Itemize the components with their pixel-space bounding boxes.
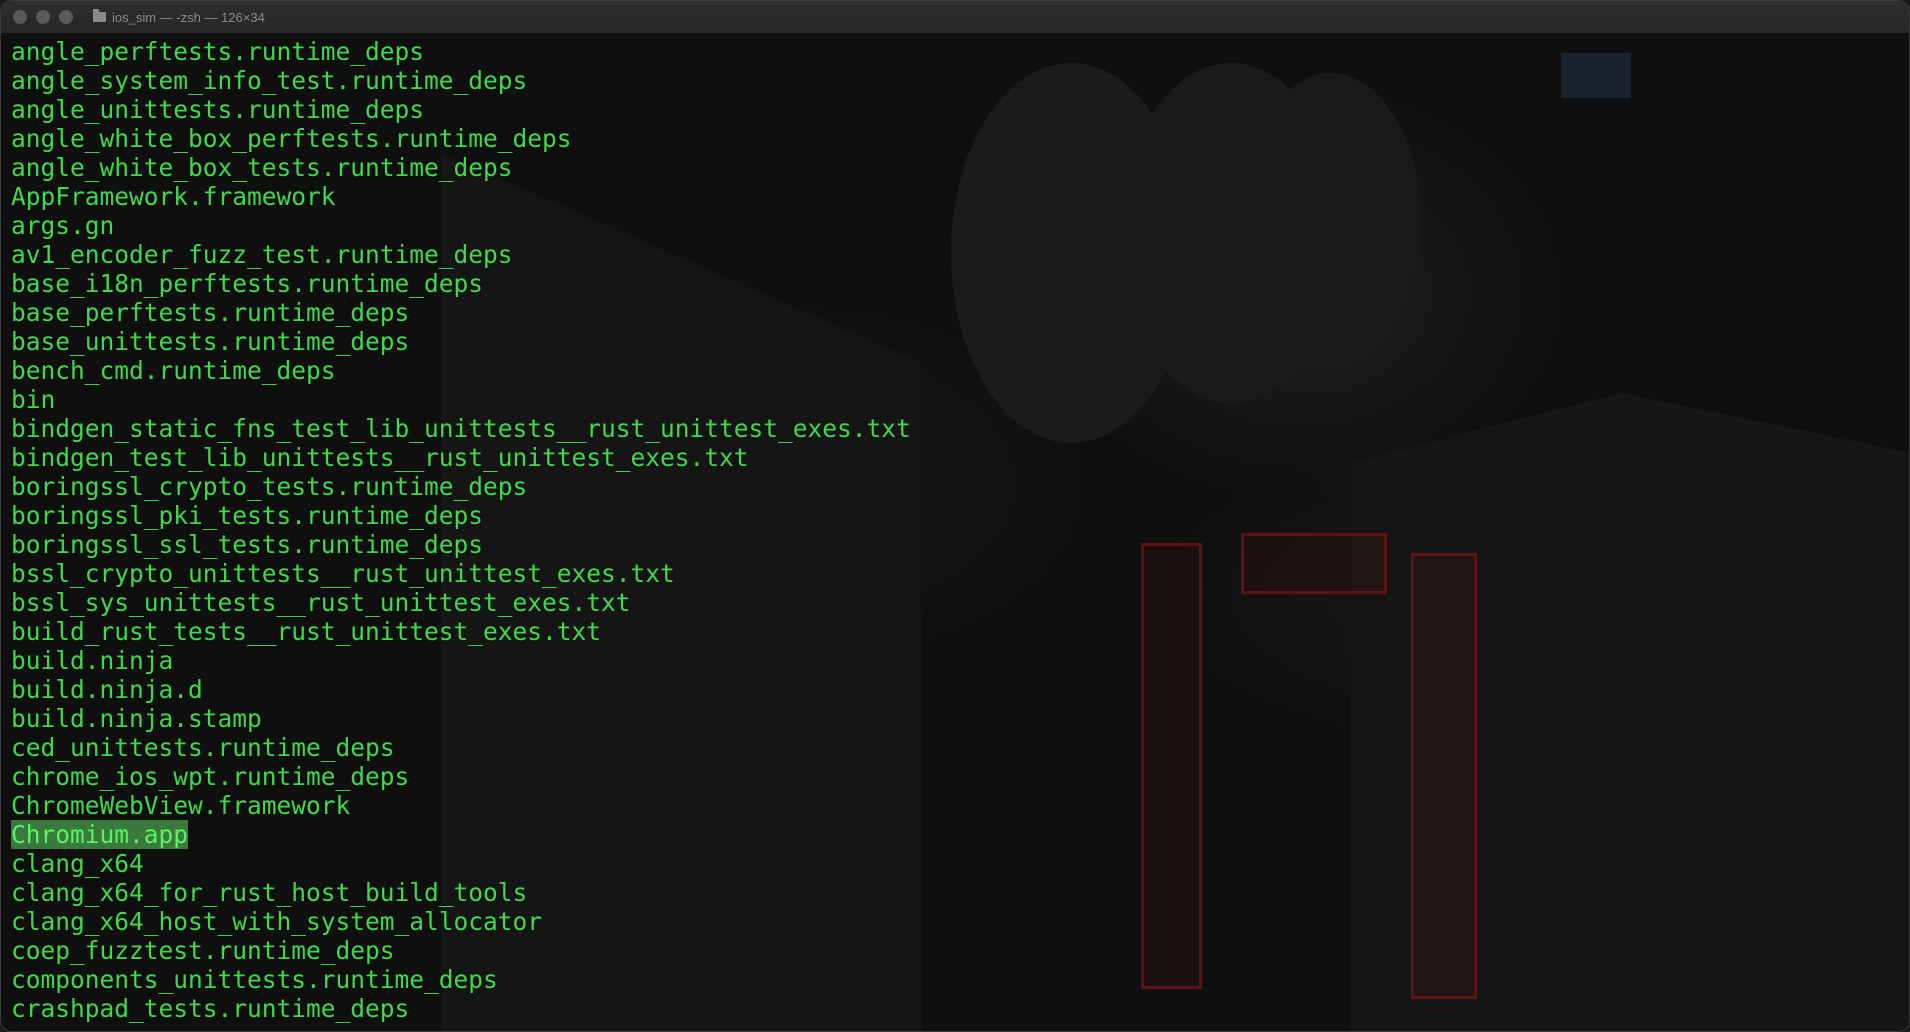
terminal-line-text: angle_white_box_tests.runtime_deps bbox=[11, 153, 513, 182]
wallpaper-red-post-right bbox=[1411, 553, 1477, 999]
terminal-line: base_unittests.runtime_deps bbox=[11, 327, 911, 356]
terminal-line: ChromeWebView.framework bbox=[11, 791, 911, 820]
terminal-line: crashpad_tests.runtime_deps bbox=[11, 994, 911, 1023]
terminal-line: base_perftests.runtime_deps bbox=[11, 298, 911, 327]
terminal-line-text: args.gn bbox=[11, 211, 115, 240]
terminal-line: angle_perftests.runtime_deps bbox=[11, 37, 911, 66]
terminal-line-text: coep_fuzztest.runtime_deps bbox=[11, 936, 395, 965]
title-bar[interactable]: ios_sim — -zsh — 126×34 bbox=[1, 1, 1909, 34]
terminal-line: chrome_ios_wpt.runtime_deps bbox=[11, 762, 911, 791]
terminal-line: clang_x64 bbox=[11, 849, 911, 878]
terminal-line-text: build_rust_tests__rust_unittest_exes.txt bbox=[11, 617, 602, 646]
terminal-line-text: bindgen_static_fns_test_lib_unittests__r… bbox=[11, 414, 911, 443]
terminal-line-text: chrome_ios_wpt.runtime_deps bbox=[11, 762, 410, 791]
terminal-line-text: bindgen_test_lib_unittests__rust_unittes… bbox=[11, 443, 749, 472]
terminal-line: coep_fuzztest.runtime_deps bbox=[11, 936, 911, 965]
terminal-line: bin bbox=[11, 385, 911, 414]
terminal-line: AppFramework.framework bbox=[11, 182, 911, 211]
terminal-line: bindgen_test_lib_unittests__rust_unittes… bbox=[11, 443, 911, 472]
terminal-line: bindgen_static_fns_test_lib_unittests__r… bbox=[11, 414, 911, 443]
terminal-line-text: clang_x64 bbox=[11, 849, 144, 878]
terminal-line-text: AppFramework.framework bbox=[11, 182, 336, 211]
terminal-line-text: bssl_crypto_unittests__rust_unittest_exe… bbox=[11, 559, 675, 588]
terminal-line-text: components_unittests.runtime_deps bbox=[11, 965, 498, 994]
terminal-line-text: angle_white_box_perftests.runtime_deps bbox=[11, 124, 572, 153]
terminal-line: bssl_sys_unittests__rust_unittest_exes.t… bbox=[11, 588, 911, 617]
close-window-button[interactable] bbox=[13, 10, 27, 24]
terminal-line: bench_cmd.runtime_deps bbox=[11, 356, 911, 385]
minimize-window-button[interactable] bbox=[36, 10, 50, 24]
folder-icon bbox=[93, 9, 106, 22]
terminal-line-text: bin bbox=[11, 385, 56, 414]
terminal-line: args.gn bbox=[11, 211, 911, 240]
terminal-line-text: av1_encoder_fuzz_test.runtime_deps bbox=[11, 240, 513, 269]
terminal-line: bssl_crypto_unittests__rust_unittest_exe… bbox=[11, 559, 911, 588]
wallpaper-red-post-left bbox=[1141, 543, 1202, 989]
terminal-line: boringssl_pki_tests.runtime_deps bbox=[11, 501, 911, 530]
terminal-line: base_i18n_perftests.runtime_deps bbox=[11, 269, 911, 298]
terminal-line-text: angle_unittests.runtime_deps bbox=[11, 95, 425, 124]
terminal-line-text: build.ninja.stamp bbox=[11, 704, 262, 733]
terminal-line-text: base_unittests.runtime_deps bbox=[11, 327, 410, 356]
terminal-line-text: bench_cmd.runtime_deps bbox=[11, 356, 336, 385]
window-title-group: ios_sim — -zsh — 126×34 bbox=[93, 9, 265, 25]
terminal-line-text: angle_perftests.runtime_deps bbox=[11, 37, 425, 66]
terminal-line: build.ninja.d bbox=[11, 675, 911, 704]
terminal-line-text: bssl_sys_unittests__rust_unittest_exes.t… bbox=[11, 588, 631, 617]
terminal-line: av1_encoder_fuzz_test.runtime_deps bbox=[11, 240, 911, 269]
terminal-line-text: Chromium.app bbox=[11, 820, 189, 849]
terminal-line: boringssl_ssl_tests.runtime_deps bbox=[11, 530, 911, 559]
terminal-line-text: angle_system_info_test.runtime_deps bbox=[11, 66, 528, 95]
terminal-line-text: base_i18n_perftests.runtime_deps bbox=[11, 269, 484, 298]
terminal-line-text: base_perftests.runtime_deps bbox=[11, 298, 410, 327]
terminal-line: clang_x64_host_with_system_allocator bbox=[11, 907, 911, 936]
terminal-line-text: ChromeWebView.framework bbox=[11, 791, 351, 820]
terminal-line: build.ninja bbox=[11, 646, 911, 675]
terminal-line: build_rust_tests__rust_unittest_exes.txt bbox=[11, 617, 911, 646]
terminal-line-text: build.ninja.d bbox=[11, 675, 203, 704]
terminal-line: boringssl_crypto_tests.runtime_deps bbox=[11, 472, 911, 501]
terminal-line: angle_white_box_tests.runtime_deps bbox=[11, 153, 911, 182]
window-controls bbox=[13, 10, 73, 24]
terminal-line: clang_x64_for_rust_host_build_tools bbox=[11, 878, 911, 907]
terminal-line: angle_system_info_test.runtime_deps bbox=[11, 66, 911, 95]
terminal-content[interactable]: angle_perftests.runtime_deps angle_system… bbox=[1, 33, 1909, 1031]
terminal-line-text: clang_x64_for_rust_host_build_tools bbox=[11, 878, 528, 907]
terminal-line-text: boringssl_ssl_tests.runtime_deps bbox=[11, 530, 484, 559]
terminal-line-text: crashpad_tests.runtime_deps bbox=[11, 994, 410, 1023]
wallpaper-red-sign bbox=[1241, 533, 1387, 594]
terminal-line-text: ced_unittests.runtime_deps bbox=[11, 733, 395, 762]
terminal-line-selected: Chromium.app bbox=[11, 820, 911, 849]
terminal-line-text: clang_x64_host_with_system_allocator bbox=[11, 907, 543, 936]
zoom-window-button[interactable] bbox=[59, 10, 73, 24]
terminal-line-text: build.ninja bbox=[11, 646, 174, 675]
terminal-line: angle_white_box_perftests.runtime_deps bbox=[11, 124, 911, 153]
terminal-line-text: boringssl_crypto_tests.runtime_deps bbox=[11, 472, 528, 501]
terminal-line: angle_unittests.runtime_deps bbox=[11, 95, 911, 124]
terminal-window: ios_sim — -zsh — 126×34 angle_perftests.… bbox=[0, 0, 1910, 1032]
terminal-line-text: boringssl_pki_tests.runtime_deps bbox=[11, 501, 484, 530]
terminal-output[interactable]: angle_perftests.runtime_deps angle_system… bbox=[11, 37, 911, 1023]
terminal-line: build.ninja.stamp bbox=[11, 704, 911, 733]
terminal-line: ced_unittests.runtime_deps bbox=[11, 733, 911, 762]
terminal-line: components_unittests.runtime_deps bbox=[11, 965, 911, 994]
window-title: ios_sim — -zsh — 126×34 bbox=[112, 9, 265, 25]
